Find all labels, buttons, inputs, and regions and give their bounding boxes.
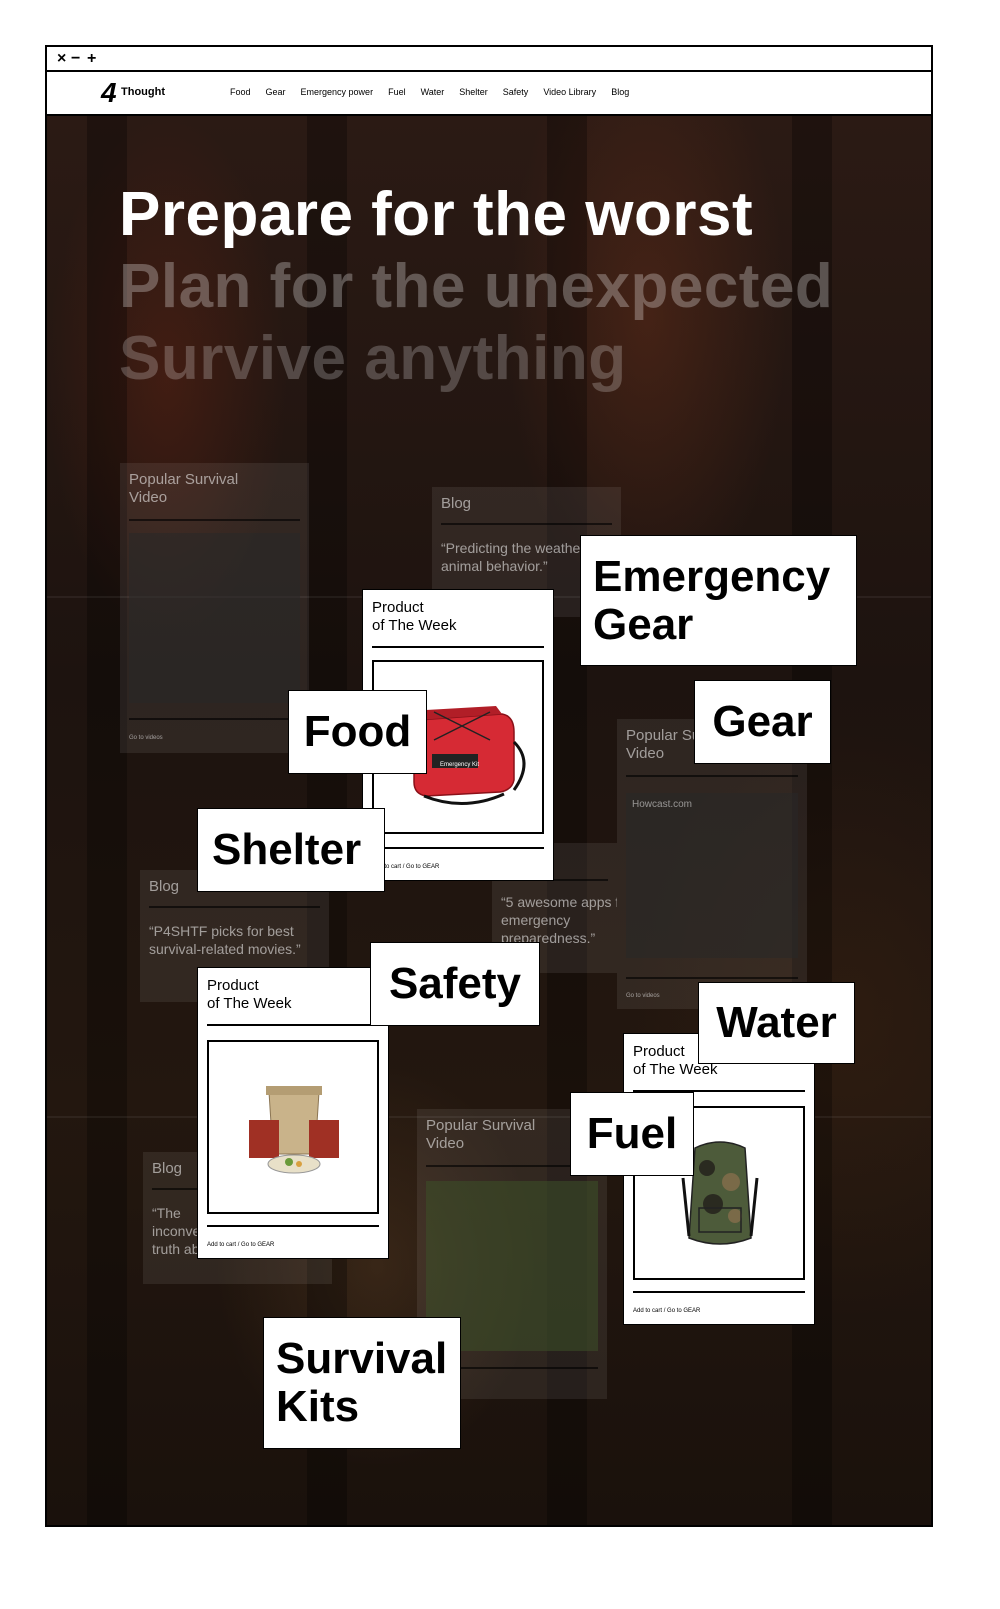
ghost-blog-excerpt: “5 awesome apps for emergency preparedne… bbox=[501, 894, 617, 943]
category-fuel[interactable]: Fuel bbox=[570, 1092, 694, 1176]
product-card-title: Product of The Week bbox=[207, 977, 292, 1012]
category-gear[interactable]: Gear bbox=[694, 680, 831, 764]
nav-item-food[interactable]: Food bbox=[230, 86, 251, 98]
go-to-videos-link[interactable]: Go to videos bbox=[626, 993, 660, 999]
divider bbox=[633, 1291, 805, 1293]
minimize-window-icon[interactable]: − bbox=[71, 47, 80, 70]
product-image-frame[interactable] bbox=[207, 1040, 379, 1214]
nav-item-fuel[interactable]: Fuel bbox=[388, 86, 406, 98]
category-shelter[interactable]: Shelter bbox=[197, 808, 385, 892]
divider bbox=[207, 1225, 379, 1227]
divider bbox=[129, 718, 300, 720]
category-water[interactable]: Water bbox=[698, 982, 855, 1064]
nav-item-water[interactable]: Water bbox=[421, 86, 445, 98]
product-card-title: Product of The Week bbox=[372, 599, 457, 634]
category-survival-kits[interactable]: Survival Kits bbox=[263, 1317, 461, 1449]
divider bbox=[372, 646, 544, 648]
nav-item-gear[interactable]: Gear bbox=[266, 86, 286, 98]
window-titlebar: × − + bbox=[47, 47, 931, 72]
bag-caption: Emergency Kit bbox=[440, 762, 480, 768]
separator: / bbox=[402, 864, 405, 870]
ghost-video-card[interactable]: Popular Survival Video Go to videos bbox=[120, 463, 309, 753]
maximize-window-icon[interactable]: + bbox=[87, 47, 96, 70]
divider bbox=[441, 523, 612, 525]
browser-window: × − + 4 Thought Food Gear Emergency powe… bbox=[45, 45, 933, 1527]
nav-item-blog[interactable]: Blog bbox=[611, 86, 629, 98]
divider bbox=[129, 519, 300, 521]
product-card-actions: Add to cart / Go to GEAR bbox=[633, 1307, 700, 1315]
add-to-cart-link[interactable]: Add to cart bbox=[633, 1308, 662, 1314]
ghost-blog-title: Blog bbox=[441, 495, 472, 512]
product-card-actions: Add to cart / Go to GEAR bbox=[207, 1241, 274, 1249]
hero-headline-2: Plan for the unexpected bbox=[119, 252, 834, 321]
site-navbar: 4 Thought Food Gear Emergency power Fuel… bbox=[47, 72, 931, 116]
nav-item-video-library[interactable]: Video Library bbox=[543, 86, 596, 98]
nav-item-emergency-power[interactable]: Emergency power bbox=[301, 86, 374, 98]
divider bbox=[149, 906, 320, 908]
video-thumbnail[interactable]: Howcast.com bbox=[626, 793, 798, 958]
separator: / bbox=[663, 1308, 666, 1314]
category-food[interactable]: Food bbox=[288, 690, 427, 774]
hero-headline-3: Survive anything bbox=[119, 324, 627, 393]
ghost-video-title: Popular Survival Video bbox=[129, 471, 239, 506]
close-window-icon[interactable]: × bbox=[57, 47, 66, 70]
video-thumbnail[interactable] bbox=[129, 533, 300, 703]
divider bbox=[207, 1024, 379, 1026]
go-to-gear-link[interactable]: Go to GEAR bbox=[667, 1308, 700, 1314]
divider bbox=[626, 977, 798, 979]
divider bbox=[372, 847, 544, 849]
category-safety[interactable]: Safety bbox=[370, 942, 540, 1026]
logo-text: Thought bbox=[121, 86, 165, 98]
separator: / bbox=[237, 1242, 240, 1248]
nav-item-shelter[interactable]: Shelter bbox=[459, 86, 488, 98]
go-to-videos-link[interactable]: Go to videos bbox=[129, 735, 163, 741]
go-to-gear-link[interactable]: Go to GEAR bbox=[406, 864, 439, 870]
product-of-week-card[interactable]: Product of The Week Add to cart / Go to … bbox=[197, 967, 389, 1259]
video-watermark: Howcast.com bbox=[632, 799, 693, 810]
hero-headline-1: Prepare for the worst bbox=[119, 180, 754, 249]
go-to-gear-link[interactable]: Go to GEAR bbox=[241, 1242, 274, 1248]
product-of-week-card[interactable]: Product of The Week Add to cart / Go to … bbox=[623, 1033, 815, 1325]
divider bbox=[626, 775, 798, 777]
logo-mark: 4 bbox=[101, 77, 117, 108]
add-to-cart-link[interactable]: Add to cart bbox=[207, 1242, 236, 1248]
ghost-blog-title: Blog bbox=[152, 1160, 183, 1177]
ghost-video-title: Popular Survival Video bbox=[426, 1117, 536, 1152]
food-bucket-image bbox=[249, 1086, 339, 1174]
ghost-blog-title: Blog bbox=[149, 878, 180, 895]
nav-item-safety[interactable]: Safety bbox=[503, 86, 529, 98]
hero-section: Prepare for the worst Plan for the unexp… bbox=[47, 116, 931, 1525]
category-emergency-gear[interactable]: Emergency Gear bbox=[580, 535, 857, 666]
nav-menu: Food Gear Emergency power Fuel Water She… bbox=[230, 86, 644, 98]
